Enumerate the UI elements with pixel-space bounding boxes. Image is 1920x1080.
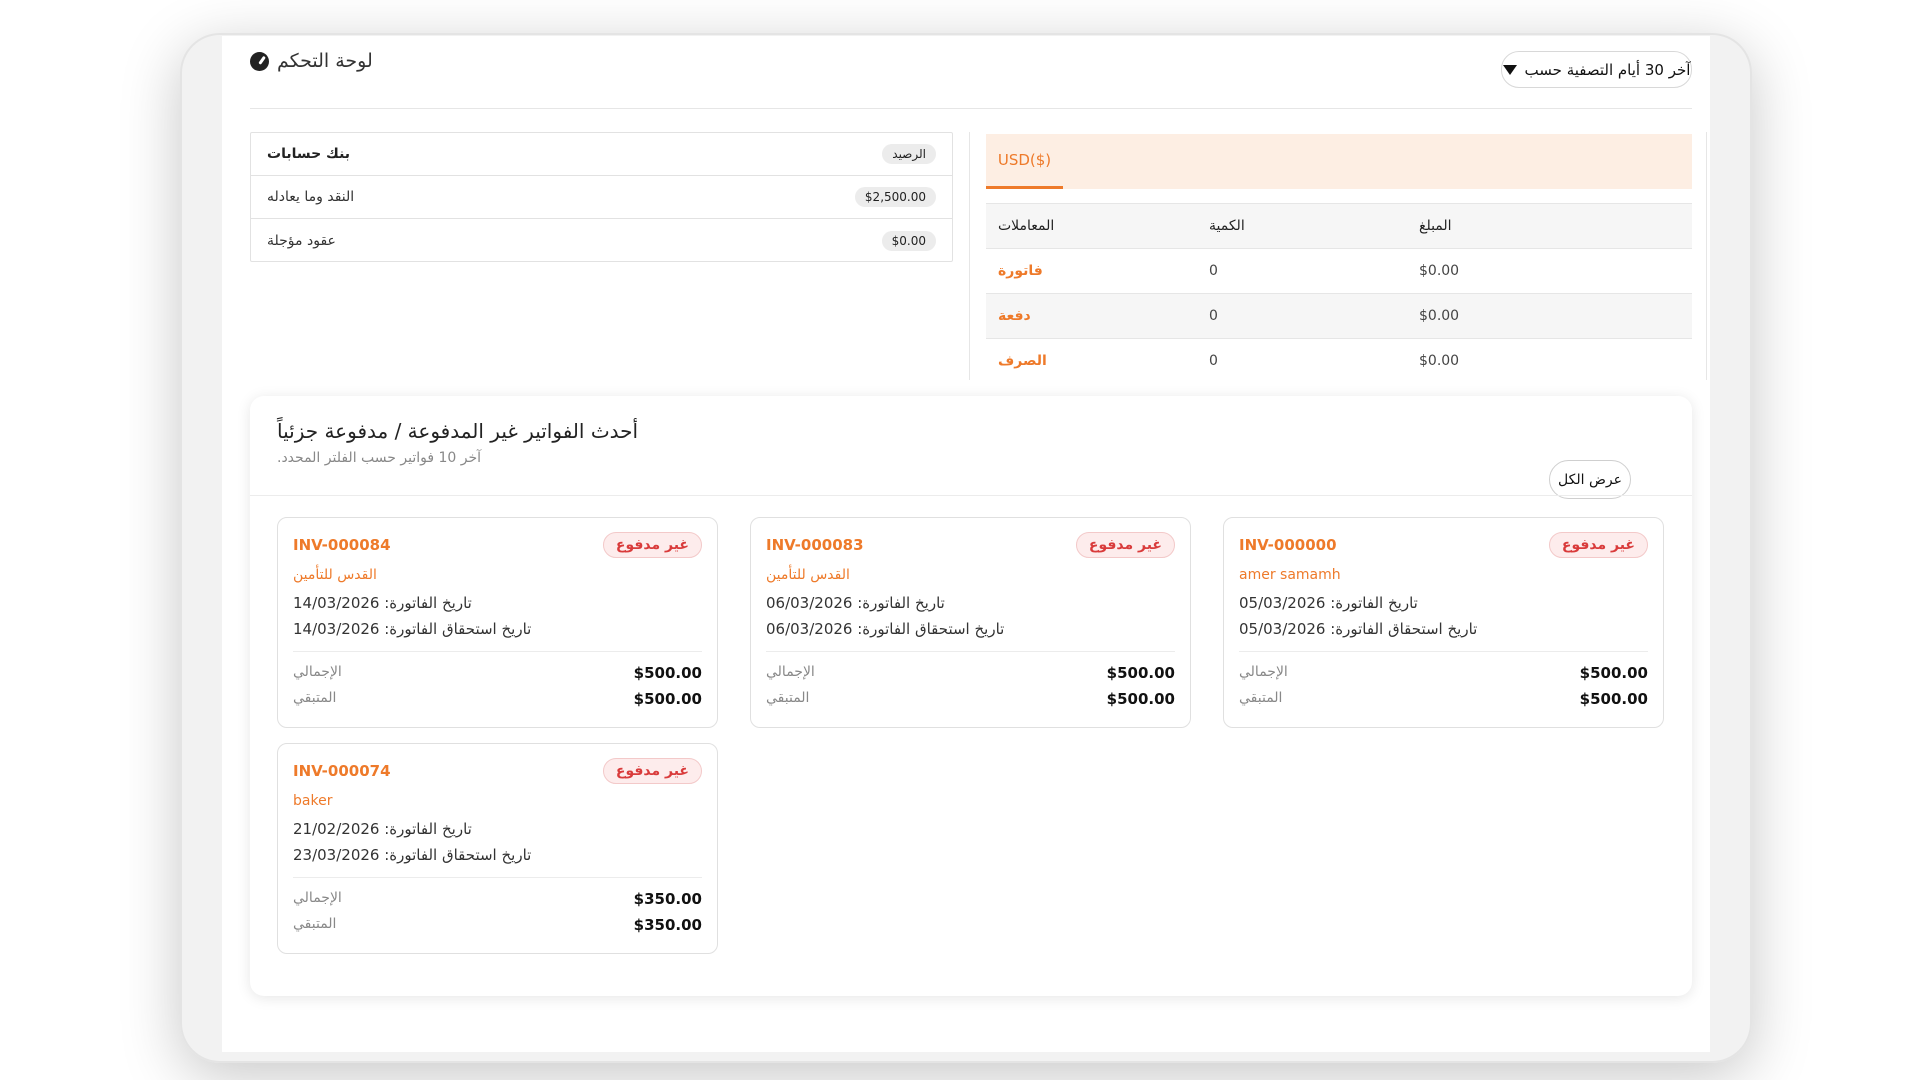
column-divider — [969, 132, 970, 380]
status-badge: غير مدفوع — [602, 532, 702, 558]
total-label: الإجمالي — [766, 664, 815, 680]
bank-account-amount: $2,500.00 — [854, 187, 936, 207]
remaining-label: المتبقي — [293, 916, 337, 932]
invoice-due-date: 23/03/2026 :تاريخ استحقاق الفاتورة — [293, 846, 532, 864]
total-value: $500.00 — [1106, 664, 1175, 682]
invoice-card[interactable]: INV-000074 غير مدفوع baker 21/02/2026 :ت… — [277, 743, 718, 954]
page-title-text: لوحة التحكم — [277, 50, 373, 72]
invoice-date: 06/03/2026 :تاريخ الفاتورة — [766, 594, 945, 612]
invoice-date: 05/03/2026 :تاريخ الفاتورة — [1239, 594, 1418, 612]
recent-invoices-title: أحدث الفواتير غير المدفوعة / مدفوعة جزئي… — [277, 419, 639, 443]
row-amount: $0.00 — [1419, 353, 1460, 369]
filter-icon — [1502, 64, 1517, 75]
page-title: لوحة التحكم — [250, 46, 373, 76]
card-divider — [766, 651, 1175, 652]
remaining-value: $500.00 — [1579, 690, 1648, 708]
table-row: $0.00 0 دفعة — [986, 293, 1692, 338]
row-transaction-link[interactable]: الصرف — [998, 353, 1047, 369]
view-all-button[interactable]: عرض الكل — [1549, 460, 1631, 499]
invoice-number[interactable]: INV-000084 — [293, 536, 391, 554]
status-badge: غير مدفوع — [1075, 532, 1175, 558]
date-filter-button[interactable]: آخر 30 أيام التصفية حسب — [1501, 51, 1692, 88]
column-divider — [1706, 132, 1707, 380]
table-row: $0.00 0 فاتورة — [986, 248, 1692, 293]
invoice-due-date: 06/03/2026 :تاريخ استحقاق الفاتورة — [766, 620, 1005, 638]
remaining-value: $500.00 — [1106, 690, 1175, 708]
table-row: $0.00 0 الصرف — [986, 338, 1692, 383]
total-value: $500.00 — [633, 664, 702, 682]
remaining-label: المتبقي — [293, 690, 337, 706]
invoice-card[interactable]: INV-000083 غير مدفوع القدس للتأمين 06/03… — [750, 517, 1191, 728]
invoice-card[interactable]: INV-000084 غير مدفوع القدس للتأمين 14/03… — [277, 517, 718, 728]
bank-account-label: النقد وما يعادله — [267, 189, 355, 205]
invoice-card[interactable]: INV-000000 غير مدفوع amer samamh 05/03/2… — [1223, 517, 1664, 728]
total-value: $500.00 — [1579, 664, 1648, 682]
currency-tab-bar — [986, 134, 1692, 189]
bank-accounts-panel: بنك حسابات الرصيد النقد وما يعادله $2,50… — [250, 132, 953, 262]
bank-account-label: عقود مؤجلة — [267, 232, 336, 249]
remaining-value: $500.00 — [633, 690, 702, 708]
invoice-date: 14/03/2026 :تاريخ الفاتورة — [293, 594, 472, 612]
balance-badge: الرصيد — [882, 144, 936, 164]
bank-account-row[interactable]: النقد وما يعادله $2,500.00 — [251, 176, 952, 219]
invoice-number[interactable]: INV-000000 — [1239, 536, 1337, 554]
bank-accounts-header: بنك حسابات الرصيد — [251, 133, 952, 176]
dashboard-icon — [250, 51, 269, 71]
invoice-date: 21/02/2026 :تاريخ الفاتورة — [293, 820, 472, 838]
row-amount: $0.00 — [1419, 308, 1460, 324]
invoice-customer[interactable]: amer samamh — [1239, 567, 1341, 583]
row-amount: $0.00 — [1419, 263, 1460, 279]
row-quantity: 0 — [1209, 263, 1218, 279]
bank-accounts-title: بنك حسابات — [267, 146, 351, 162]
transactions-table: المبلغ الكمية المعاملات $0.00 0 فاتورة $… — [986, 203, 1692, 383]
column-header-amount: المبلغ — [1419, 218, 1452, 234]
status-badge: غير مدفوع — [602, 758, 702, 784]
column-header-transactions: المعاملات — [998, 218, 1055, 234]
invoice-due-date: 05/03/2026 :تاريخ استحقاق الفاتورة — [1239, 620, 1478, 638]
bank-account-row[interactable]: عقود مؤجلة $0.00 — [251, 219, 952, 262]
total-label: الإجمالي — [1239, 664, 1288, 680]
invoice-number[interactable]: INV-000074 — [293, 762, 391, 780]
remaining-label: المتبقي — [1239, 690, 1283, 706]
table-header-row: المبلغ الكمية المعاملات — [986, 203, 1692, 248]
app-screen: لوحة التحكم آخر 30 أيام التصفية حسب بنك … — [222, 36, 1710, 1052]
invoice-customer[interactable]: القدس للتأمين — [766, 567, 850, 583]
invoice-customer[interactable]: القدس للتأمين — [293, 567, 377, 583]
card-divider — [293, 877, 702, 878]
total-value: $350.00 — [633, 890, 702, 908]
remaining-value: $350.00 — [633, 916, 702, 934]
total-label: الإجمالي — [293, 664, 342, 680]
card-divider — [293, 651, 702, 652]
bank-account-amount: $0.00 — [881, 230, 936, 251]
total-label: الإجمالي — [293, 890, 342, 906]
row-quantity: 0 — [1209, 308, 1218, 324]
row-quantity: 0 — [1209, 353, 1218, 369]
row-transaction-link[interactable]: فاتورة — [998, 263, 1043, 279]
row-transaction-link[interactable]: دفعة — [998, 308, 1031, 324]
card-divider — [1239, 651, 1648, 652]
header-divider — [250, 108, 1692, 109]
invoices-divider — [250, 495, 1692, 496]
date-filter-label: آخر 30 أيام التصفية حسب — [1524, 60, 1691, 79]
column-header-quantity: الكمية — [1209, 218, 1245, 234]
invoice-due-date: 14/03/2026 :تاريخ استحقاق الفاتورة — [293, 620, 532, 638]
invoice-number[interactable]: INV-000083 — [766, 536, 864, 554]
status-badge: غير مدفوع — [1548, 532, 1648, 558]
recent-invoices-subtitle: آخر 10 فواتير حسب الفلتر المحدد. — [277, 450, 482, 466]
remaining-label: المتبقي — [766, 690, 810, 706]
tab-usd[interactable]: USD($) — [986, 134, 1063, 189]
invoice-customer[interactable]: baker — [293, 793, 332, 809]
